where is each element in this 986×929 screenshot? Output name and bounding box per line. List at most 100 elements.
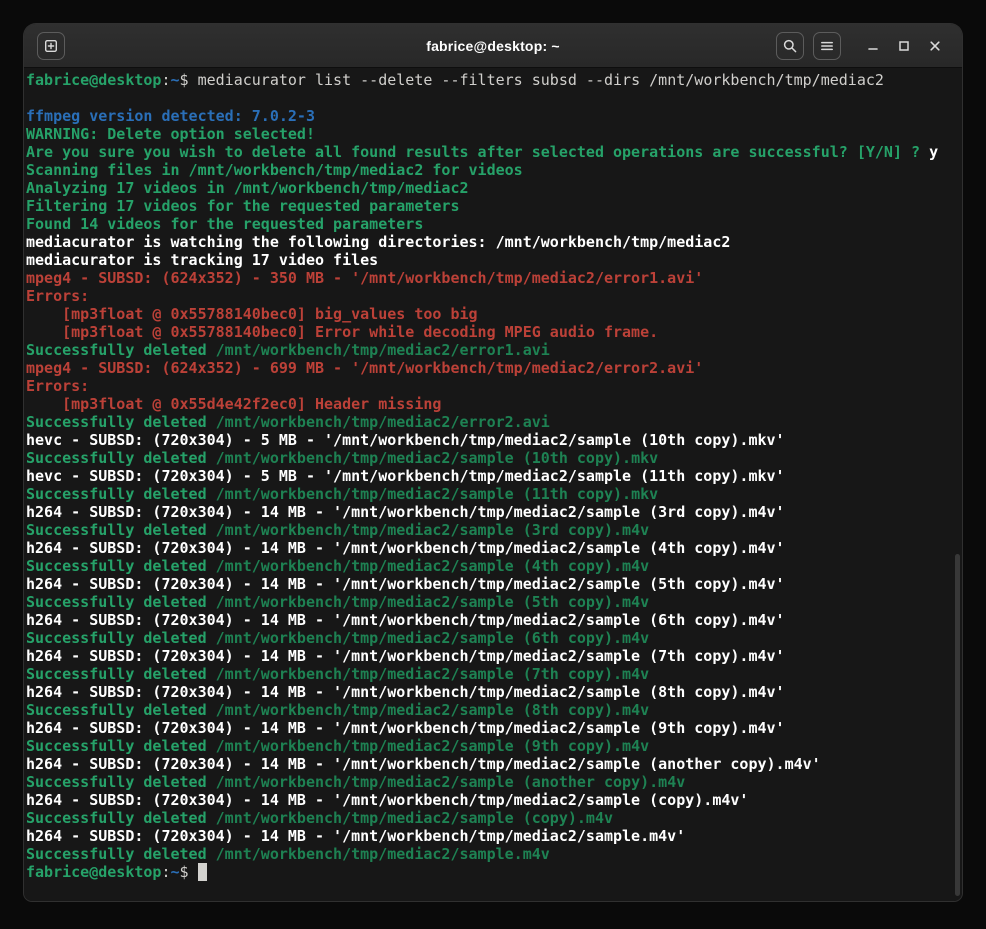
text-segment: h264 - SUBSD: (720x304) - 14 MB - '/mnt/… [26,611,785,629]
search-button[interactable] [776,32,804,60]
terminal-line: h264 - SUBSD: (720x304) - 14 MB - '/mnt/… [26,791,962,809]
scrollbar-thumb[interactable] [955,554,960,896]
text-segment: ~ [171,71,180,89]
text-segment: Are you sure you wish to delete all foun… [26,143,929,161]
text-segment: Successfully deleted [26,845,216,863]
terminal-line: Are you sure you wish to delete all foun… [26,143,962,161]
text-segment: Successfully deleted [26,629,216,647]
maximize-icon [896,38,912,54]
maximize-button[interactable] [893,32,915,60]
text-segment: Found 14 videos for the requested parame… [26,215,423,233]
text-segment: h264 - SUBSD: (720x304) - 14 MB - '/mnt/… [26,827,685,845]
terminal-line [26,89,962,107]
text-segment: Successfully deleted [26,413,216,431]
text-segment: /mnt/workbench/tmp/mediac2/sample (4th c… [216,557,649,575]
text-segment: Errors: [26,287,89,305]
terminal-line: mpeg4 - SUBSD: (624x352) - 699 MB - '/mn… [26,359,962,377]
terminal-line: Successfully deleted /mnt/workbench/tmp/… [26,701,962,719]
terminal-line: Successfully deleted /mnt/workbench/tmp/… [26,773,962,791]
text-segment: Successfully deleted [26,773,216,791]
text-segment: h264 - SUBSD: (720x304) - 14 MB - '/mnt/… [26,539,785,557]
minimize-icon [865,38,881,54]
terminal-output[interactable]: fabrice@desktop:~$ mediacurator list --d… [24,68,962,901]
terminal-line: Scanning files in /mnt/workbench/tmp/med… [26,161,962,179]
text-segment: [mp3float @ 0x55d4e42f2ec0] Header missi… [26,395,441,413]
terminal-line: h264 - SUBSD: (720x304) - 14 MB - '/mnt/… [26,539,962,557]
terminal-line: Successfully deleted /mnt/workbench/tmp/… [26,845,962,863]
terminal-line: Successfully deleted /mnt/workbench/tmp/… [26,593,962,611]
text-segment: fabrice@desktop [26,863,161,881]
text-segment: h264 - SUBSD: (720x304) - 14 MB - '/mnt/… [26,755,821,773]
text-segment: Errors: [26,377,89,395]
terminal-line: Successfully deleted /mnt/workbench/tmp/… [26,341,962,359]
text-segment: hevc - SUBSD: (720x304) - 5 MB - '/mnt/w… [26,431,785,449]
terminal-line: Successfully deleted /mnt/workbench/tmp/… [26,521,962,539]
text-segment: /mnt/workbench/tmp/mediac2/sample (9th c… [216,737,649,755]
new-tab-button[interactable] [37,32,65,60]
terminal-line: h264 - SUBSD: (720x304) - 14 MB - '/mnt/… [26,827,962,845]
terminal-line: ffmpeg version detected: 7.0.2-3 [26,107,962,125]
text-segment: /mnt/workbench/tmp/mediac2/sample (10th … [216,449,659,467]
text-segment: Successfully deleted [26,809,216,827]
text-segment: /mnt/workbench/tmp/mediac2/sample (5th c… [216,593,649,611]
text-segment: $ [180,863,198,881]
terminal-line: [mp3float @ 0x55788140bec0] big_values t… [26,305,962,323]
text-segment: Successfully deleted [26,557,216,575]
text-segment: ffmpeg version detected: 7.0.2-3 [26,107,315,125]
terminal-line: Errors: [26,287,962,305]
text-segment: /mnt/workbench/tmp/mediac2/sample (anoth… [216,773,686,791]
text-segment: /mnt/workbench/tmp/mediac2/error2.avi [216,413,550,431]
terminal-line: Found 14 videos for the requested parame… [26,215,962,233]
terminal-line: Successfully deleted /mnt/workbench/tmp/… [26,413,962,431]
menu-icon [819,38,835,54]
terminal-line: Successfully deleted /mnt/workbench/tmp/… [26,485,962,503]
terminal-line: h264 - SUBSD: (720x304) - 14 MB - '/mnt/… [26,755,962,773]
terminal-line: h264 - SUBSD: (720x304) - 14 MB - '/mnt/… [26,575,962,593]
minimize-button[interactable] [862,32,884,60]
terminal-line: fabrice@desktop:~$ mediacurator list --d… [26,71,962,89]
text-segment: /mnt/workbench/tmp/mediac2/sample (11th … [216,485,659,503]
terminal-line: [mp3float @ 0x55d4e42f2ec0] Header missi… [26,395,962,413]
text-segment: [mp3float @ 0x55788140bec0] big_values t… [26,305,478,323]
terminal-line: Successfully deleted /mnt/workbench/tmp/… [26,737,962,755]
terminal-line: Filtering 17 videos for the requested pa… [26,197,962,215]
text-segment: mediacurator is tracking 17 video files [26,251,378,269]
terminal-lines: fabrice@desktop:~$ mediacurator list --d… [26,71,962,881]
terminal-line: Analyzing 17 videos in /mnt/workbench/tm… [26,179,962,197]
search-icon [782,38,798,54]
terminal-line: h264 - SUBSD: (720x304) - 14 MB - '/mnt/… [26,503,962,521]
new-tab-icon [43,38,59,54]
text-segment: Successfully deleted [26,701,216,719]
menu-button[interactable] [813,32,841,60]
text-segment: Successfully deleted [26,341,216,359]
close-button[interactable] [924,32,946,60]
text-segment: $ mediacurator list --delete --filters s… [180,71,884,89]
terminal-line: h264 - SUBSD: (720x304) - 14 MB - '/mnt/… [26,683,962,701]
terminal-line: [mp3float @ 0x55788140bec0] Error while … [26,323,962,341]
text-segment: WARNING: Delete option selected! [26,125,315,143]
terminal-line: mediacurator is tracking 17 video files [26,251,962,269]
text-segment: : [161,71,170,89]
terminal-line: Successfully deleted /mnt/workbench/tmp/… [26,557,962,575]
text-segment: mpeg4 - SUBSD: (624x352) - 350 MB - '/mn… [26,269,703,287]
text-segment: hevc - SUBSD: (720x304) - 5 MB - '/mnt/w… [26,467,785,485]
text-segment: mpeg4 - SUBSD: (624x352) - 699 MB - '/mn… [26,359,703,377]
terminal-cursor [198,863,207,881]
text-segment: Analyzing 17 videos in /mnt/workbench/tm… [26,179,469,197]
text-segment: Scanning files in /mnt/workbench/tmp/med… [26,161,523,179]
text-segment: mediacurator is watching the following d… [26,233,730,251]
text-segment: fabrice@desktop [26,71,161,89]
text-segment: h264 - SUBSD: (720x304) - 14 MB - '/mnt/… [26,647,785,665]
text-segment: Successfully deleted [26,521,216,539]
text-segment: Filtering 17 videos for the requested pa… [26,197,459,215]
text-segment: h264 - SUBSD: (720x304) - 14 MB - '/mnt/… [26,791,748,809]
terminal-window: fabrice@desktop: ~ [24,24,962,901]
text-segment: h264 - SUBSD: (720x304) - 14 MB - '/mnt/… [26,683,785,701]
scrollbar[interactable] [953,68,962,901]
text-segment: /mnt/workbench/tmp/mediac2/sample (8th c… [216,701,649,719]
text-segment: Successfully deleted [26,485,216,503]
terminal-line: Successfully deleted /mnt/workbench/tmp/… [26,665,962,683]
text-segment: ~ [171,863,180,881]
text-segment: /mnt/workbench/tmp/mediac2/sample (6th c… [216,629,649,647]
text-segment: Successfully deleted [26,593,216,611]
